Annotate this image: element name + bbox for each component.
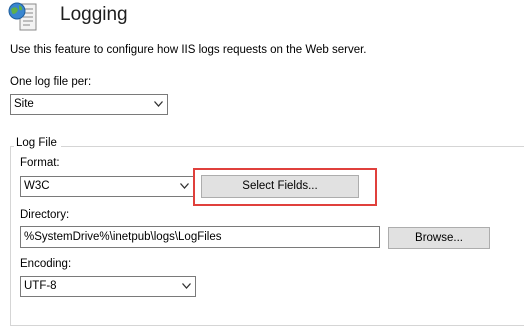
browse-button[interactable]: Browse... [388,227,490,249]
directory-value: %SystemDrive%\inetpub\logs\LogFiles [24,231,222,243]
logging-icon [8,2,42,34]
format-dropdown[interactable]: W3C [20,176,194,197]
highlight-box [193,168,377,206]
log-file-per-dropdown[interactable]: Site [10,94,168,115]
log-file-per-label: One log file per: [10,76,92,88]
format-value: W3C [24,180,50,192]
page-description: Use this feature to configure how IIS lo… [10,44,367,56]
chevron-down-icon [182,283,191,289]
log-file-per-value: Site [14,98,34,110]
directory-input[interactable]: %SystemDrive%\inetpub\logs\LogFiles [20,226,380,248]
format-label: Format: [20,157,60,169]
chevron-down-icon [180,183,189,189]
directory-label: Directory: [20,209,70,221]
encoding-value: UTF-8 [24,280,57,292]
log-file-group-label: Log File [14,137,61,149]
encoding-label: Encoding: [20,258,72,270]
encoding-dropdown[interactable]: UTF-8 [20,276,196,297]
page-title: Logging [60,4,128,25]
chevron-down-icon [154,101,163,107]
